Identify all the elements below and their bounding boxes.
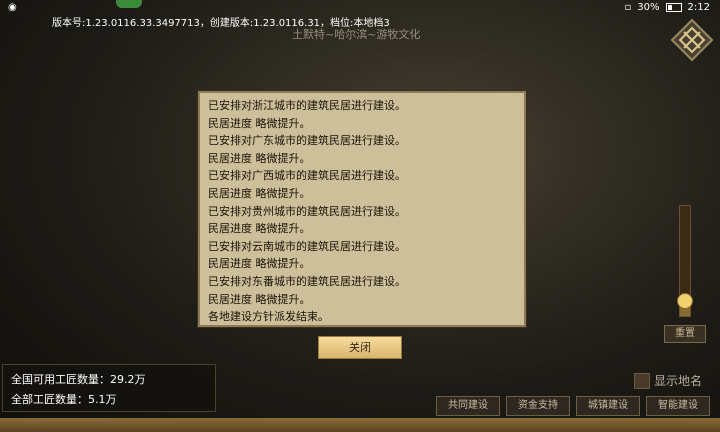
report-line: 民居进度 略微提升。 <box>208 292 311 306</box>
zoom-slider-handle[interactable] <box>677 292 693 309</box>
available-craftsmen: 全国可用工匠数量：29.2万 <box>11 373 146 386</box>
show-place-names-toggle[interactable]: 显示地名 <box>634 372 702 389</box>
report-line: 民居进度 略微提升。 <box>208 186 311 200</box>
battery-icon <box>665 3 682 12</box>
close-button[interactable]: 关闭 <box>318 336 402 359</box>
report-line: 已安排对云南城市的建筑民居进行建设。 <box>208 239 406 253</box>
zoom-slider[interactable] <box>677 205 693 317</box>
town-construction-button[interactable]: 城镇建设 <box>576 396 640 416</box>
total-craftsmen: 全部工匠数量：5.1万 <box>11 393 117 406</box>
report-line: 民居进度 略微提升。 <box>208 257 311 271</box>
report-line: 已安排对广西城市的建筑民居进行建设。 <box>208 169 406 183</box>
report-line: 民居进度 略微提升。 <box>208 222 311 236</box>
bottom-frame <box>0 418 720 432</box>
reset-zoom-button[interactable]: 重置 <box>664 325 706 343</box>
watermark: 土默特~哈尔滨~游牧文化 <box>292 28 421 41</box>
report-line: 已安排对广东城市的建筑民居进行建设。 <box>208 134 406 148</box>
report-line: 民居进度 略微提升。 <box>208 151 311 165</box>
battery-percent: 30% <box>637 2 660 13</box>
craftsmen-stats-panel: 全国可用工匠数量：29.2万 全部工匠数量：5.1万 <box>2 364 216 412</box>
smart-construction-button[interactable]: 智能建设 <box>646 396 710 416</box>
clock: 2:12 <box>687 2 710 13</box>
report-line: 已安排对东番城市的建筑民居进行建设。 <box>208 274 406 288</box>
report-line: 各地建设方针派发结束。 <box>208 310 329 324</box>
joint-construction-button[interactable]: 共同建设 <box>436 396 500 416</box>
report-line: 民居进度 略微提升。 <box>208 116 311 130</box>
show-place-names-label: 显示地名 <box>654 374 703 388</box>
report-text: 已安排对浙江城市的建筑民居进行建设。 民居进度 略微提升。 已安排对广东城市的建… <box>208 97 516 326</box>
alarm-icon: ▫ <box>624 2 632 13</box>
wifi-icon: ◉ <box>8 2 17 13</box>
show-place-names-checkbox[interactable] <box>634 372 650 389</box>
compass-menu-icon[interactable] <box>670 18 714 62</box>
funding-support-button[interactable]: 资金支持 <box>506 396 570 416</box>
construction-report-dialog: 已安排对浙江城市的建筑民居进行建设。 民居进度 略微提升。 已安排对广东城市的建… <box>198 91 526 327</box>
report-line: 已安排对贵州城市的建筑民居进行建设。 <box>208 204 406 218</box>
report-line: 已安排对浙江城市的建筑民居进行建设。 <box>208 99 406 112</box>
